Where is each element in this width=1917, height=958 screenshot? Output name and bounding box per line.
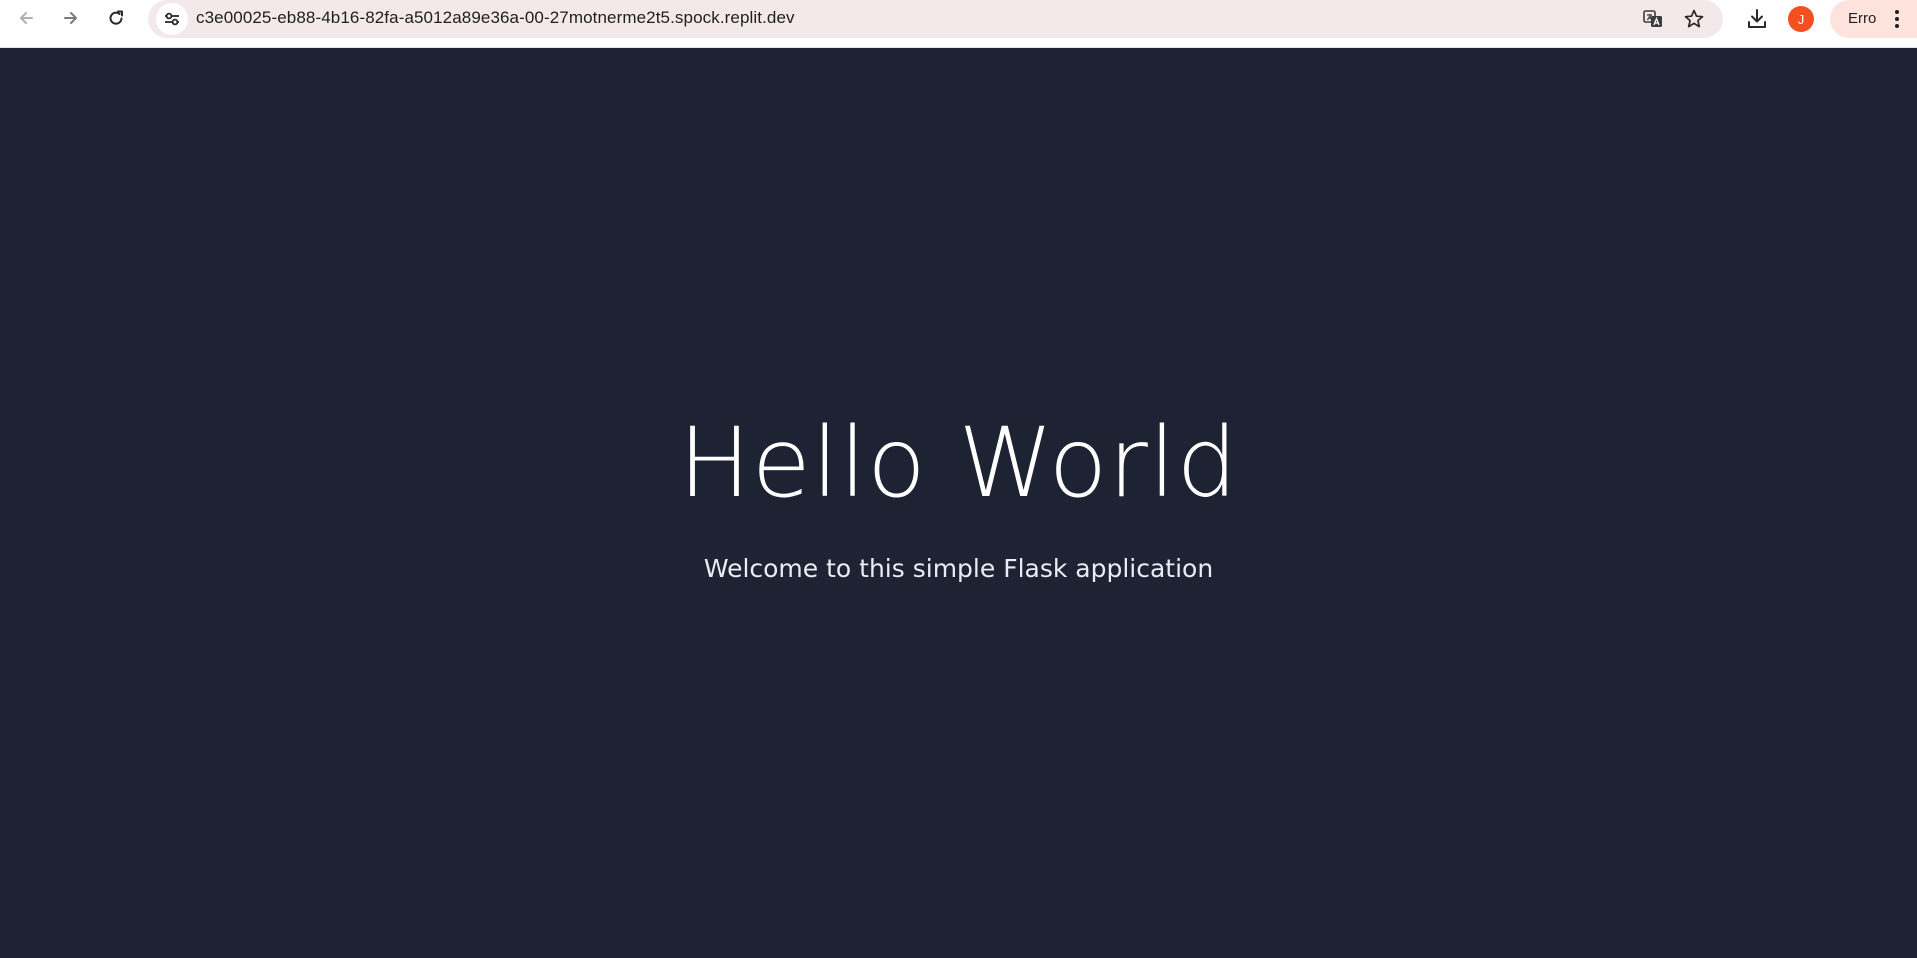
page-subtitle: Welcome to this simple Flask application xyxy=(703,554,1214,583)
page-title: Hello World xyxy=(678,407,1239,519)
browser-toolbar: c3e00025-eb88-4b16-82fa-a5012a89e36a-00-… xyxy=(0,0,1917,48)
reload-button[interactable] xyxy=(98,2,134,34)
error-menu-chip[interactable]: Erro xyxy=(1830,0,1917,38)
error-chip-label: Erro xyxy=(1848,10,1877,27)
star-icon xyxy=(1684,9,1704,28)
translate-icon xyxy=(1643,10,1662,27)
address-bar[interactable]: c3e00025-eb88-4b16-82fa-a5012a89e36a-00-… xyxy=(148,0,1723,38)
url-text[interactable]: c3e00025-eb88-4b16-82fa-a5012a89e36a-00-… xyxy=(196,8,795,28)
download-icon xyxy=(1748,9,1766,28)
forward-button[interactable] xyxy=(53,2,89,34)
profile-avatar[interactable]: J xyxy=(1788,6,1814,32)
arrow-left-icon xyxy=(20,12,33,24)
site-info-button[interactable] xyxy=(156,3,188,35)
translate-button[interactable] xyxy=(1637,3,1669,35)
bookmark-button[interactable] xyxy=(1678,3,1710,35)
tune-icon xyxy=(165,12,179,26)
downloads-button[interactable] xyxy=(1740,2,1774,36)
arrow-right-icon xyxy=(64,12,77,24)
page-content: Hello World Welcome to this simple Flask… xyxy=(0,48,1917,958)
profile-initial: J xyxy=(1797,11,1805,27)
reload-icon xyxy=(109,10,123,25)
more-vertical-icon[interactable] xyxy=(1888,9,1906,29)
back-button[interactable] xyxy=(8,2,44,34)
